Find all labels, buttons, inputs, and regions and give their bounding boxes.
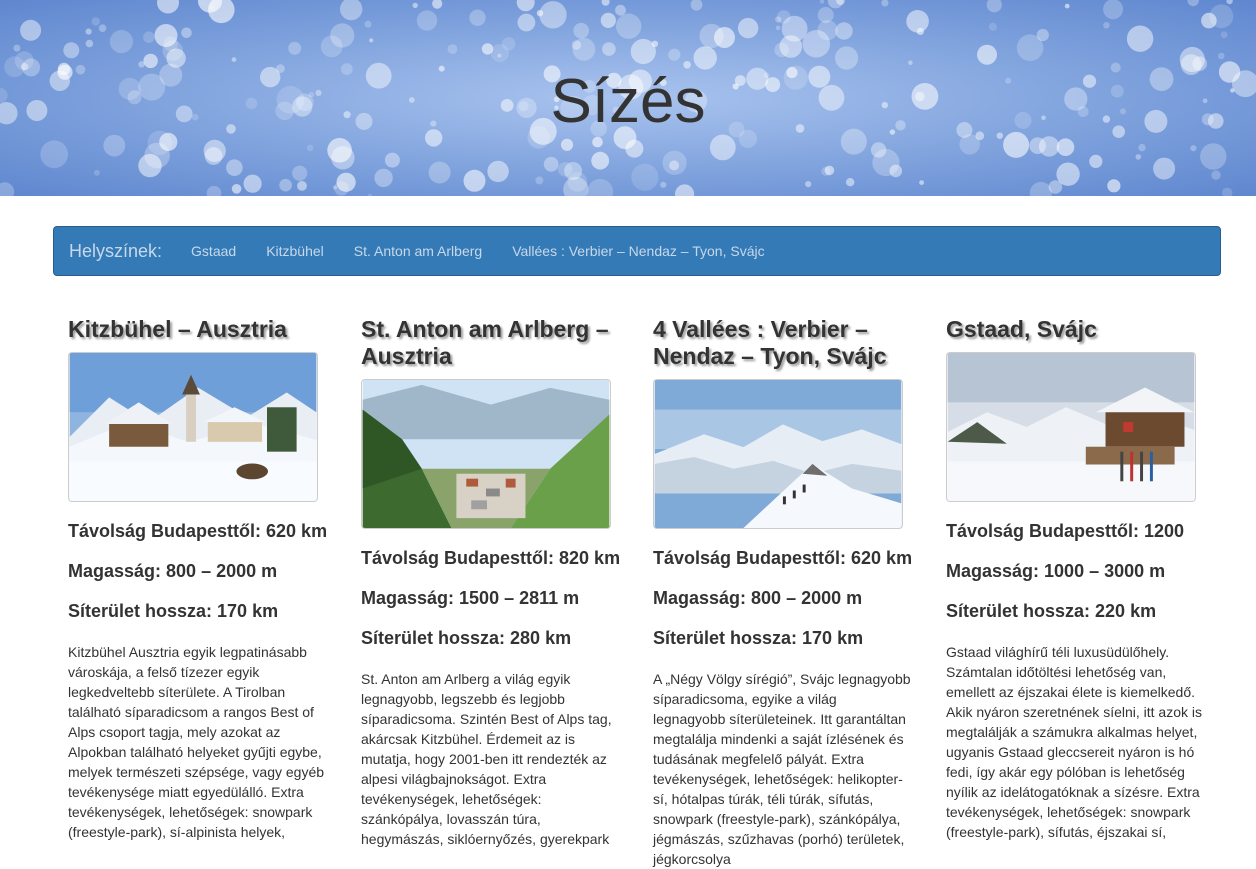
nav-link-4-vallees[interactable]: Vallées : Verbier – Nendaz – Tyon, Svájc [497, 243, 779, 259]
st-anton-photo [361, 379, 611, 529]
nav-link-st-anton[interactable]: St. Anton am Arlberg [339, 243, 497, 259]
resort-description: Gstaad világhírű téli luxusüdülőhely. Sz… [946, 644, 1203, 840]
resort-distance: Távolság Budapesttől: 1200 [946, 521, 1185, 541]
resort-card-4-vallees: 4 Vallées : Verbier – Nendaz – Tyon, Svá… [653, 316, 919, 869]
navbar-brand: Helyszínek: [69, 240, 163, 261]
resort-title: Gstaad, Svájc [946, 316, 1097, 342]
resort-distance: Távolság Budapesttől: 620 km [653, 548, 913, 568]
nav-link-kitzbuhel[interactable]: Kitzbühel [251, 243, 339, 259]
resort-card-st-anton: St. Anton am Arlberg – Ausztria Távolság… [361, 316, 627, 849]
resort-description: A „Négy Völgy sírégió”, Svájc legnagyobb… [653, 671, 911, 867]
resort-description: St. Anton am Arlberg a világ egyik legna… [361, 671, 612, 847]
gstaad-photo [946, 352, 1196, 502]
resort-title: 4 Vallées : Verbier – Nendaz – Tyon, Svá… [653, 316, 887, 369]
resort-slopes: Síterület hossza: 220 km [946, 601, 1157, 621]
resort-slopes: Síterület hossza: 280 km [361, 628, 572, 648]
resort-slopes: Síterület hossza: 170 km [653, 628, 864, 648]
resort-title: Kitzbühel – Ausztria [68, 316, 287, 342]
resort-altitude: Magasság: 800 – 2000 m [653, 588, 863, 608]
resort-description: Kitzbühel Ausztria egyik legpatinásabb v… [68, 644, 325, 840]
resort-slopes: Síterület hossza: 170 km [68, 601, 279, 621]
navbar: Helyszínek: Gstaad Kitzbühel St. Anton a… [53, 226, 1221, 276]
resort-altitude: Magasság: 1500 – 2811 m [361, 588, 580, 608]
kitzbuhel-photo [68, 352, 318, 502]
resort-altitude: Magasság: 1000 – 3000 m [946, 561, 1166, 581]
header-banner: Sízés [0, 0, 1256, 196]
page-title: Sízés [550, 67, 706, 136]
4-vallees-photo [653, 379, 903, 529]
resort-card-kitzbuhel: Kitzbühel – Ausztria Távolság Budapesttő… [68, 316, 334, 842]
resort-card-gstaad: Gstaad, Svájc Távolság Budapesttől: 1200… [946, 316, 1212, 842]
nav-link-gstaad[interactable]: Gstaad [176, 243, 251, 259]
resort-altitude: Magasság: 800 – 2000 m [68, 561, 278, 581]
resort-distance: Távolság Budapesttől: 820 km [361, 548, 621, 568]
resort-title: St. Anton am Arlberg – Ausztria [361, 316, 609, 369]
resort-distance: Távolság Budapesttől: 620 km [68, 521, 328, 541]
